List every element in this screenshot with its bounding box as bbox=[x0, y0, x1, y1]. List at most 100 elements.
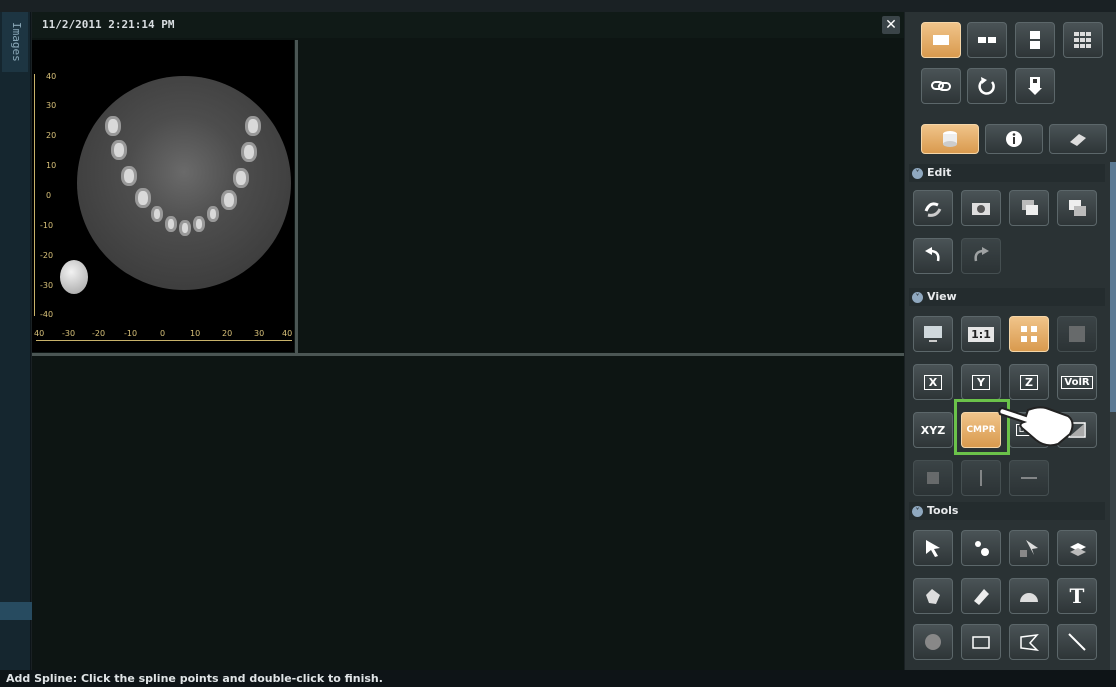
edit-section-header[interactable]: ˅ Edit bbox=[909, 164, 1105, 182]
vertical-arrows-icon bbox=[980, 470, 982, 486]
axial-view-pane[interactable]: 40 30 20 10 0 -10 -20 -30 -40 40 -30 -20… bbox=[32, 40, 294, 352]
y-view-label: Y bbox=[972, 374, 990, 390]
images-tab[interactable]: Images bbox=[2, 12, 28, 72]
line-icon bbox=[1068, 633, 1086, 651]
hruler-label: 40 bbox=[282, 329, 293, 338]
y-view-button[interactable]: Y bbox=[961, 364, 1001, 400]
vertical-split-button[interactable] bbox=[961, 460, 1001, 496]
text-tool-button[interactable]: T bbox=[1057, 578, 1097, 614]
eraser-icon bbox=[1070, 134, 1086, 146]
copy-image-button[interactable] bbox=[1009, 190, 1049, 226]
camera-icon bbox=[972, 203, 990, 215]
reference-sphere bbox=[60, 260, 88, 294]
undo-icon bbox=[925, 247, 940, 262]
tools-section-label: Tools bbox=[927, 504, 959, 517]
paste-image-button[interactable] bbox=[1057, 190, 1097, 226]
snapshot-button[interactable] bbox=[961, 190, 1001, 226]
pan-tool-button[interactable] bbox=[913, 578, 953, 614]
layout-single-button[interactable] bbox=[921, 22, 961, 58]
layout-grid-button[interactable] bbox=[1063, 22, 1103, 58]
region-select-button[interactable] bbox=[1009, 530, 1049, 566]
horizontal-arrows-icon bbox=[1021, 477, 1037, 479]
hruler-label: 40 bbox=[34, 329, 45, 338]
tools-section-header[interactable]: ˅ Tools bbox=[909, 502, 1105, 520]
undo-button[interactable] bbox=[913, 238, 953, 274]
horizontal-split-button[interactable] bbox=[1009, 460, 1049, 496]
polygon-tool-button[interactable] bbox=[1009, 624, 1049, 660]
pointing-hand-cursor-icon bbox=[998, 406, 1074, 447]
close-button[interactable]: ✕ bbox=[882, 16, 900, 34]
line-tool-button[interactable] bbox=[1057, 624, 1097, 660]
volume-render-label: VolR bbox=[1061, 375, 1093, 389]
redo-button[interactable] bbox=[961, 238, 1001, 274]
vruler-label: 10 bbox=[46, 161, 57, 170]
ruler-tool-button[interactable] bbox=[961, 578, 1001, 614]
expand-icon bbox=[1021, 326, 1037, 342]
angle-tool-button[interactable] bbox=[1009, 578, 1049, 614]
xyz-view-label: XYZ bbox=[920, 423, 946, 437]
layout-two-horizontal-button[interactable] bbox=[967, 22, 1007, 58]
ellipse-tool-button[interactable] bbox=[913, 624, 953, 660]
x-view-button[interactable]: X bbox=[913, 364, 953, 400]
eraser-tab[interactable] bbox=[1049, 124, 1107, 154]
image-viewer: 11/2/2011 2:21:14 PM ✕ 40 30 20 10 0 -10… bbox=[32, 12, 904, 670]
edit-section-label: Edit bbox=[927, 166, 952, 179]
hruler-label: -30 bbox=[62, 329, 76, 338]
actual-size-label: 1:1 bbox=[968, 326, 994, 342]
rotate-icon bbox=[927, 472, 939, 484]
chevron-down-icon: ˅ bbox=[912, 168, 923, 179]
images-strip: Images bbox=[0, 12, 31, 670]
zoom-fit-button[interactable] bbox=[1009, 316, 1049, 352]
hruler-label: 20 bbox=[222, 329, 233, 338]
rectangle-tool-button[interactable] bbox=[961, 624, 1001, 660]
xyz-view-button[interactable]: XYZ bbox=[913, 412, 953, 448]
info-tab[interactable] bbox=[985, 124, 1043, 154]
hand-icon bbox=[926, 589, 940, 604]
link-views-button[interactable] bbox=[921, 68, 961, 104]
scan-timestamp: 11/2/2011 2:21:14 PM bbox=[42, 18, 175, 31]
panel-scroll-thumb[interactable] bbox=[1110, 162, 1116, 412]
rotate-view-button[interactable] bbox=[913, 460, 953, 496]
hruler-label: -10 bbox=[124, 329, 138, 338]
layer-tool-button[interactable] bbox=[1057, 530, 1097, 566]
fit-to-window-button[interactable] bbox=[913, 316, 953, 352]
hruler-label: 30 bbox=[254, 329, 265, 338]
text-tool-label: T bbox=[1069, 584, 1085, 608]
paste-image-icon bbox=[1069, 200, 1086, 216]
hruler-label: 10 bbox=[190, 329, 201, 338]
horizontal-pane-divider[interactable] bbox=[32, 353, 904, 356]
info-icon bbox=[1006, 131, 1022, 147]
chevron-down-icon: ˅ bbox=[912, 506, 923, 517]
vruler-label: 20 bbox=[46, 131, 57, 140]
region-select-icon bbox=[1020, 540, 1038, 557]
edit-swap-button[interactable] bbox=[913, 190, 953, 226]
single-layout-icon bbox=[933, 35, 949, 45]
database-tab[interactable] bbox=[921, 124, 979, 154]
vertical-pane-divider[interactable] bbox=[295, 40, 298, 354]
vertical-ruler bbox=[34, 74, 45, 316]
two-vertical-icon bbox=[1030, 31, 1040, 49]
polygon-icon bbox=[1020, 634, 1040, 652]
hruler-label: -20 bbox=[92, 329, 106, 338]
actual-size-button[interactable]: 1:1 bbox=[961, 316, 1001, 352]
brightness-icon bbox=[975, 541, 989, 556]
layers-icon bbox=[1070, 543, 1086, 556]
vruler-label: 30 bbox=[46, 101, 57, 110]
view-section-header[interactable]: ˅ View bbox=[909, 288, 1105, 306]
save-export-button[interactable] bbox=[1015, 68, 1055, 104]
protractor-icon bbox=[1020, 593, 1038, 602]
reset-button[interactable] bbox=[967, 68, 1007, 104]
app-window: Images 11/2/2011 2:21:14 PM ✕ 40 30 20 1… bbox=[0, 0, 1116, 687]
redo-icon bbox=[974, 247, 989, 262]
swap-layout-button[interactable] bbox=[1057, 316, 1097, 352]
fit-screen-icon bbox=[924, 326, 942, 342]
rectangle-icon bbox=[972, 636, 990, 649]
status-bar: Add Spline: Click the spline points and … bbox=[0, 670, 1116, 687]
x-view-label: X bbox=[923, 374, 943, 390]
vruler-label: 0 bbox=[46, 191, 52, 200]
brightness-contrast-button[interactable] bbox=[961, 530, 1001, 566]
select-tool-button[interactable] bbox=[913, 530, 953, 566]
layout-two-vertical-button[interactable] bbox=[1015, 22, 1055, 58]
ellipse-icon bbox=[925, 634, 941, 650]
copy-image-icon bbox=[1022, 200, 1038, 215]
